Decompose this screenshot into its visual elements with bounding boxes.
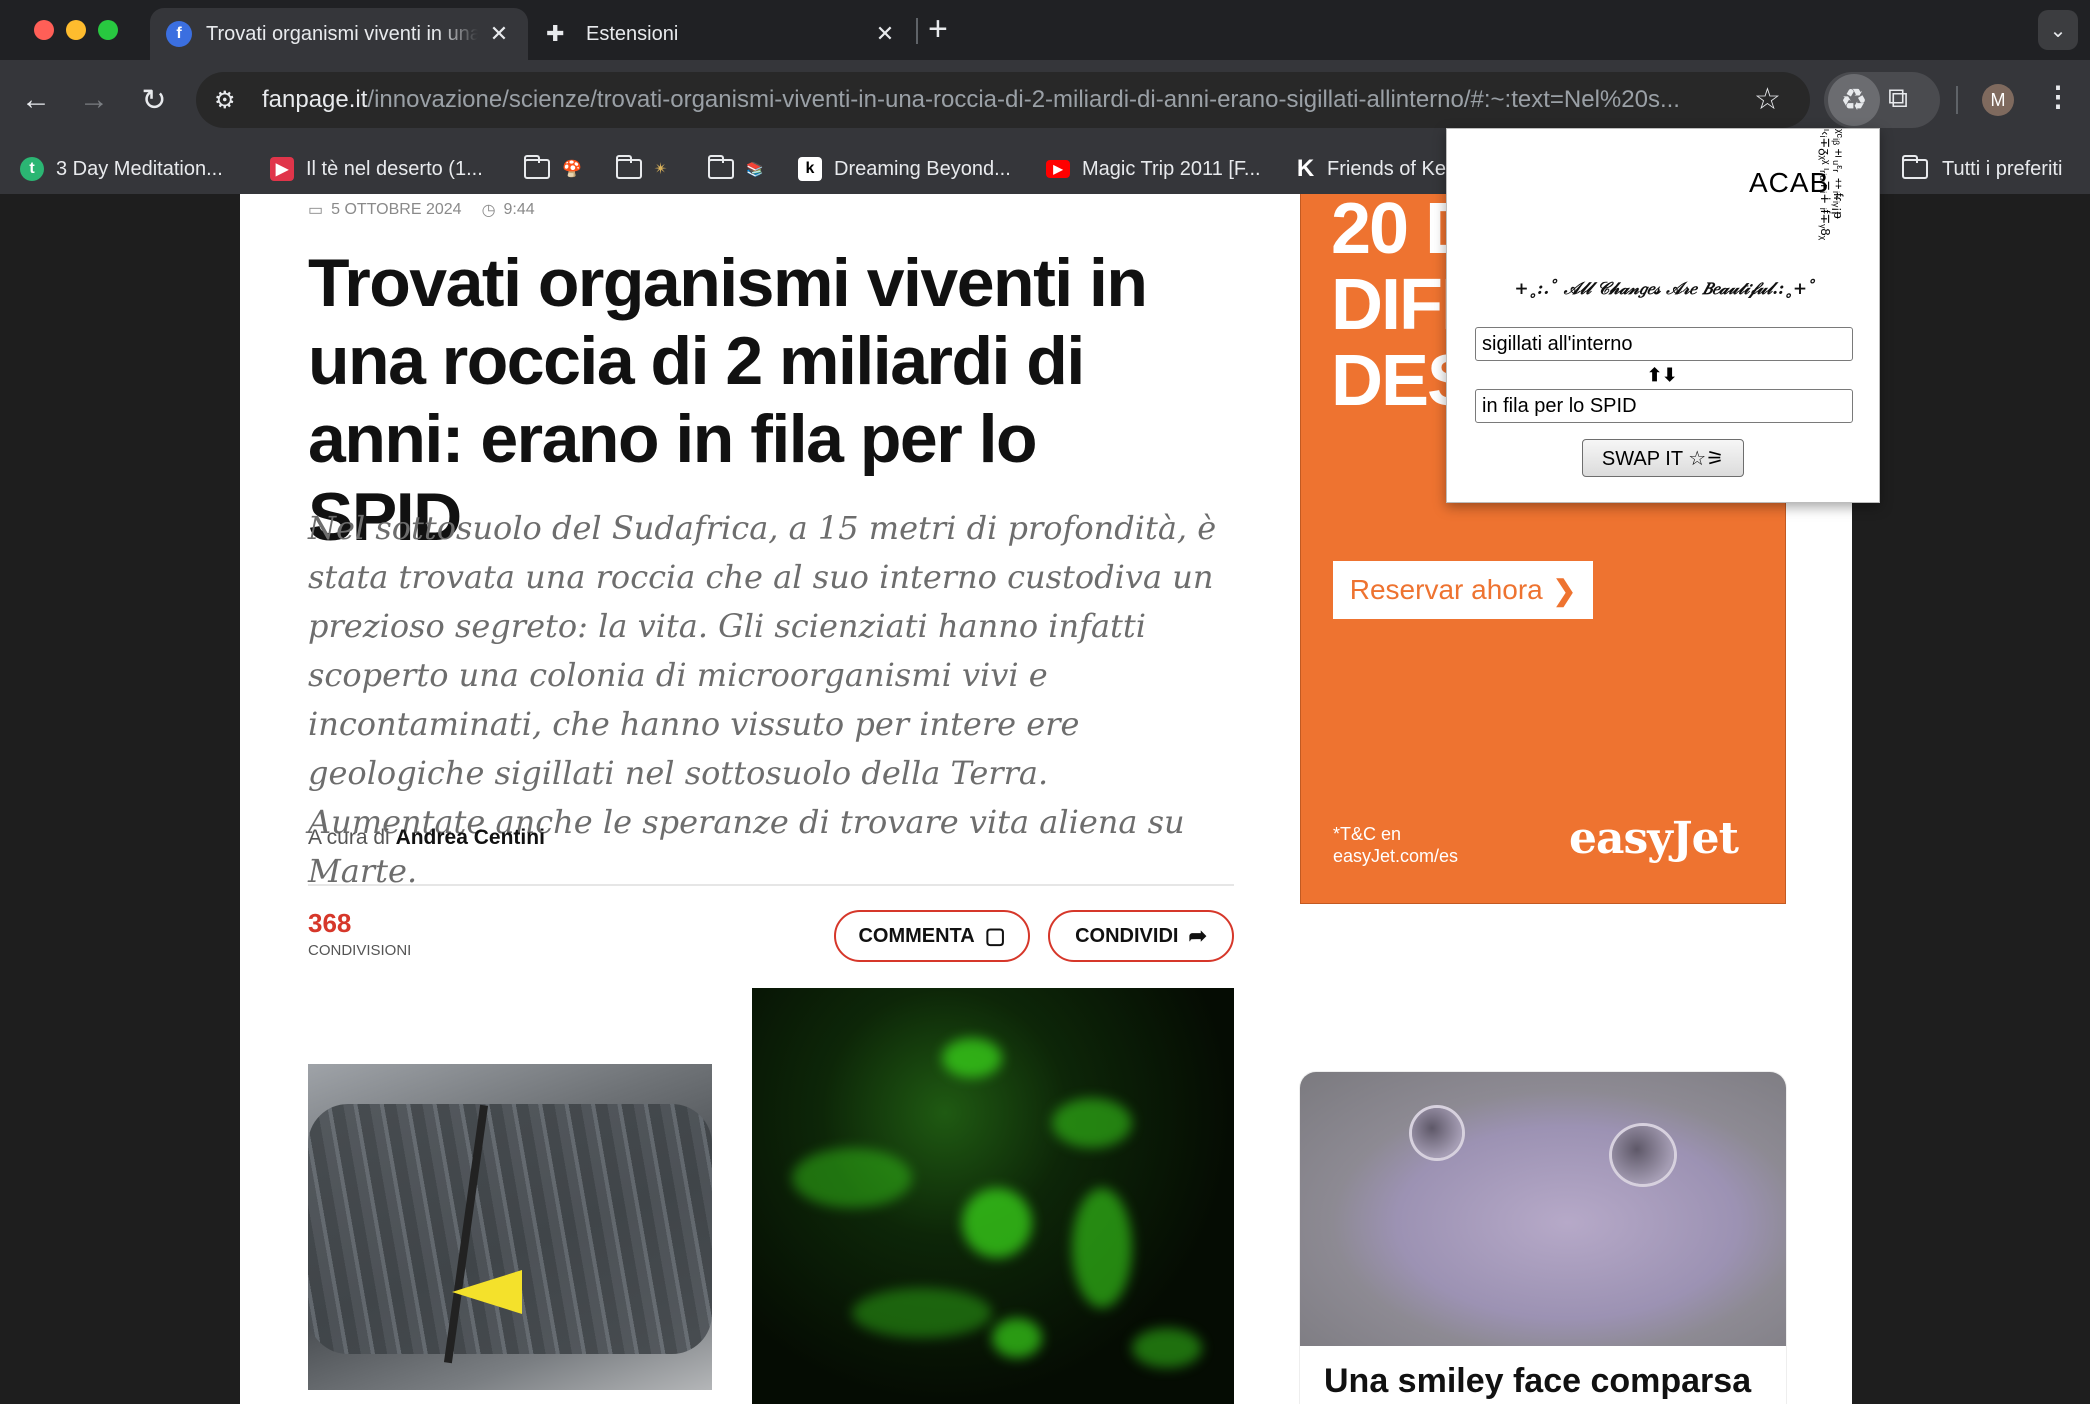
url-host: fanpage.it bbox=[262, 86, 368, 113]
bookmark-folder[interactable]: 📚 bbox=[708, 150, 763, 188]
close-window-button[interactable] bbox=[34, 20, 54, 40]
bookmark-star-icon[interactable]: ☆ bbox=[1754, 82, 1781, 117]
bookmark-label: 3 Day Meditation... bbox=[56, 157, 223, 180]
ad-terms-line: *T&C en bbox=[1333, 824, 1402, 844]
crater bbox=[1412, 1108, 1462, 1158]
related-article-title: Una smiley face comparsa bbox=[1324, 1362, 1752, 1400]
folder-icon bbox=[524, 155, 550, 179]
bookmark-item[interactable]: K Friends of Ke bbox=[1296, 150, 1446, 188]
back-button[interactable]: ← bbox=[16, 80, 56, 120]
bookmark-folder-label: 📚 bbox=[746, 160, 764, 177]
profile-avatar[interactable]: M bbox=[1982, 84, 2014, 116]
article-time: 9:44 bbox=[503, 201, 535, 218]
yellow-arrow-marker bbox=[452, 1270, 522, 1314]
microorganism-fluorescence-image bbox=[752, 988, 1234, 1404]
extensions-menu-icon[interactable]: ⧉ bbox=[1888, 82, 1908, 115]
ad-terms: *T&C en easyJet.com/es bbox=[1333, 823, 1458, 867]
folder-icon bbox=[1902, 155, 1928, 179]
fanpage-favicon-icon: f bbox=[166, 21, 192, 47]
extension-logo: ACAB bbox=[1749, 167, 1830, 198]
minimize-window-button[interactable] bbox=[66, 20, 86, 40]
reload-button[interactable]: ↻ bbox=[134, 80, 174, 120]
bookmark-folder-all[interactable]: Tutti i preferiti bbox=[1902, 150, 2062, 188]
ad-terms-line: easyJet.com/es bbox=[1333, 846, 1459, 866]
replace-text-input[interactable] bbox=[1475, 389, 1853, 423]
share-button[interactable]: CONDIVIDI ➦ bbox=[1048, 910, 1234, 962]
share-arrow-icon: ➦ bbox=[1188, 923, 1207, 948]
extension-motto: +˳:.˚ 𝒜𝓁𝓁 𝒞𝒽𝒶𝓃𝑔𝑒𝓈 𝒜𝓇𝑒 𝐵𝑒𝒶𝓊𝓉𝒾𝒻𝓊𝓁.:˳+˚ bbox=[1514, 279, 1816, 299]
folder-icon bbox=[708, 155, 734, 179]
swap-button[interactable]: SWAP IT ☆⚞ bbox=[1582, 439, 1744, 477]
bookmark-label: Tutti i preferiti bbox=[1942, 157, 2063, 180]
bookmark-favicon-icon: t bbox=[20, 157, 44, 181]
share-count: 368 bbox=[308, 908, 352, 938]
tab-separator bbox=[916, 18, 918, 44]
toolbar-separator bbox=[1956, 86, 1958, 114]
browser-menu-icon[interactable]: ⋮ bbox=[2044, 80, 2072, 113]
new-tab-button[interactable]: + bbox=[928, 10, 948, 49]
ad-cta-label: Reservar ahora bbox=[1349, 574, 1543, 605]
mars-smiley-image bbox=[1300, 1072, 1786, 1346]
site-settings-icon[interactable]: ⚙ bbox=[214, 86, 248, 115]
bookmark-folder-label: ✴ bbox=[654, 161, 668, 178]
swap-arrows-icon: ⬆⬇ bbox=[1647, 365, 1678, 385]
find-text-input[interactable] bbox=[1475, 327, 1853, 361]
close-tab-icon[interactable]: ✕ bbox=[486, 21, 512, 47]
youtube-icon: ▶ bbox=[1046, 160, 1070, 178]
byline: A cura di Andrea Centini bbox=[308, 826, 545, 850]
bookmark-folder-label: 🍄 bbox=[562, 161, 582, 178]
share-count-label: CONDIVISIONI bbox=[308, 942, 412, 959]
rock-core-image bbox=[308, 1064, 712, 1390]
tab-search-button[interactable]: ⌄ bbox=[2038, 10, 2078, 50]
bookmark-item[interactable]: ▶ Il tè nel deserto (1... bbox=[270, 150, 483, 188]
extension-popup: ᵡᶜᵢᵦ±ᵤᵋᵣ ‡ᵢᵮᵳᵢᵧ¡ᵽ ᶦ‹ᵢ∓ᵹᵪᵡ ᶦᵣᵢᵤ∓ᵢ∔ ᵢᵮ∓ᵧ8ᵪ… bbox=[1446, 128, 1880, 503]
bookmark-label: Magic Trip 2011 [F... bbox=[1082, 157, 1261, 180]
puzzle-icon: ✚ bbox=[546, 21, 565, 46]
bookmark-label: Il tè nel deserto (1... bbox=[306, 157, 483, 180]
forward-button[interactable]: → bbox=[74, 80, 114, 120]
zoom-window-button[interactable] bbox=[98, 20, 118, 40]
related-article-card[interactable]: Una smiley face comparsa bbox=[1300, 1072, 1786, 1404]
crater bbox=[1612, 1126, 1674, 1184]
tab-title: Estensioni bbox=[586, 22, 679, 45]
chevron-right-icon: ❯ bbox=[1552, 574, 1577, 606]
tab-extensions[interactable]: ✚ Estensioni ✕ bbox=[530, 8, 914, 60]
url-path: /innovazione/scienze/trovati-organismi-v… bbox=[367, 86, 1680, 113]
bookmark-item[interactable]: t 3 Day Meditation... bbox=[20, 150, 223, 188]
bookmark-label: Friends of Ke bbox=[1327, 157, 1446, 180]
easyjet-logo: easyJet bbox=[1569, 813, 1739, 864]
bookmark-folder[interactable]: ✴ bbox=[616, 150, 667, 188]
ad-cta-button[interactable]: Reservar ahora ❯ bbox=[1333, 561, 1593, 619]
tab-strip: f Trovati organismi viventi in una rocci… bbox=[0, 0, 2090, 60]
comment-button[interactable]: COMMENTA ▢ bbox=[834, 910, 1030, 962]
bookmark-folder[interactable]: 🍄 bbox=[524, 150, 582, 188]
article-date: 5 OTTOBRE 2024 bbox=[331, 201, 462, 218]
clock-icon: ◷ bbox=[481, 202, 496, 219]
rock-core bbox=[308, 1104, 712, 1354]
close-tab-icon[interactable]: ✕ bbox=[872, 21, 898, 47]
comment-icon: ▢ bbox=[984, 923, 1006, 948]
divider bbox=[308, 884, 1234, 886]
url-text[interactable]: fanpage.it/innovazione/scienze/trovati-o… bbox=[262, 86, 1792, 114]
bookmark-label: Dreaming Beyond... bbox=[834, 157, 1011, 180]
bookmark-item[interactable]: ▶ Magic Trip 2011 [F... bbox=[1046, 150, 1261, 188]
comment-label: COMMENTA bbox=[858, 924, 975, 947]
bookmark-favicon-icon: K bbox=[1296, 155, 1315, 182]
author-link[interactable]: Andrea Centini bbox=[396, 826, 545, 849]
address-bar[interactable]: ⚙ fanpage.it/innovazione/scienze/trovati… bbox=[196, 72, 1810, 128]
byline-prefix: A cura di bbox=[308, 826, 390, 849]
folder-icon bbox=[616, 155, 642, 179]
bookmark-favicon-icon: ▶ bbox=[270, 157, 294, 181]
share-label: CONDIVIDI bbox=[1075, 924, 1179, 947]
calendar-icon: ▭ bbox=[308, 202, 324, 219]
bookmark-favicon-icon: k bbox=[798, 157, 822, 181]
tab-article[interactable]: f Trovati organismi viventi in una rocci… bbox=[150, 8, 528, 60]
tab-title: Trovati organismi viventi in una roccia … bbox=[206, 22, 478, 45]
bookmark-item[interactable]: k Dreaming Beyond... bbox=[798, 150, 1011, 188]
recycle-extension-icon[interactable]: ♻ bbox=[1828, 74, 1880, 126]
article-meta: ▭ 5 OTTOBRE 2024 ◷ 9:44 bbox=[308, 200, 535, 220]
